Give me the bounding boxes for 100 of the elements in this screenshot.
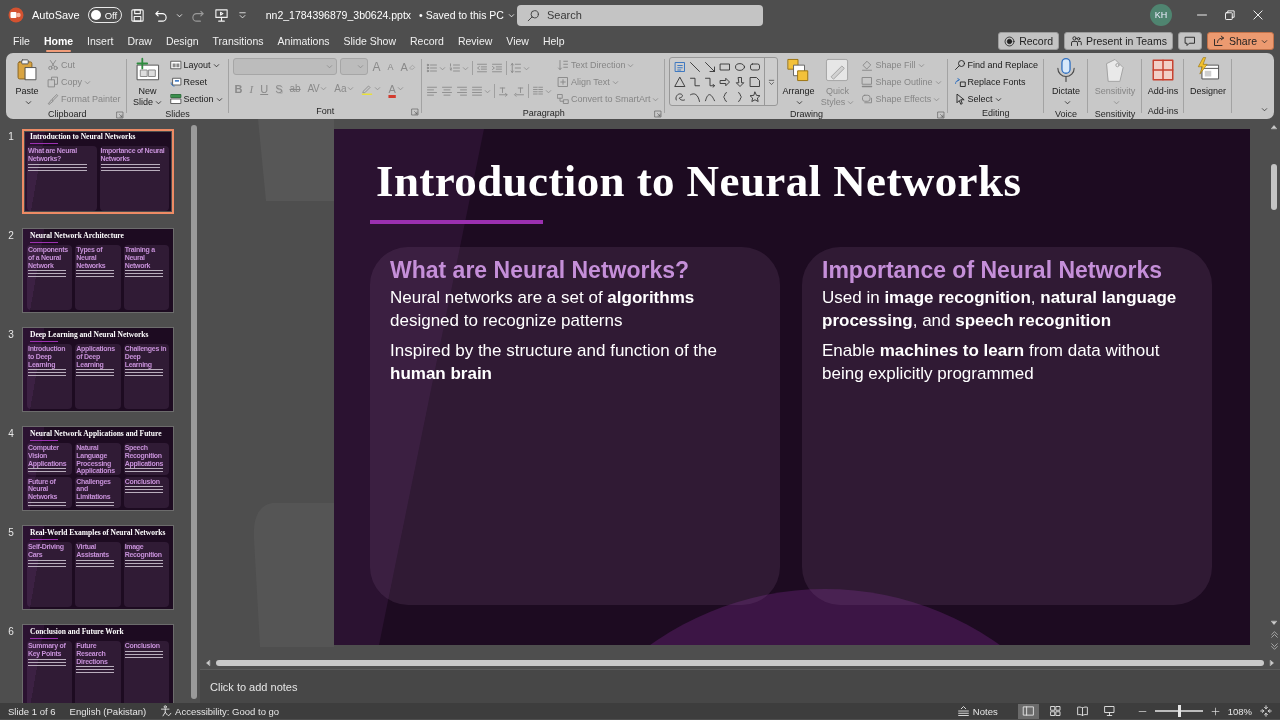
slide-number: 5 xyxy=(7,526,15,538)
ribbon-button[interactable]: Paste xyxy=(12,56,42,108)
ribbon-tab[interactable]: View xyxy=(499,32,536,50)
elbow-connector-icon[interactable] xyxy=(688,75,701,88)
ribbon-tab[interactable]: Insert xyxy=(80,32,121,50)
ribbon-tab[interactable]: Review xyxy=(450,32,500,50)
share-button[interactable]: Share xyxy=(1206,32,1274,50)
people-icon xyxy=(1070,35,1083,47)
fit-to-window-icon[interactable] xyxy=(1260,705,1272,717)
text-lines-placeholder xyxy=(28,163,88,172)
oval-icon[interactable] xyxy=(733,60,746,73)
account-avatar[interactable]: KH xyxy=(1150,4,1172,26)
down-arrow-icon[interactable] xyxy=(733,75,746,88)
launcher-icon[interactable] xyxy=(115,111,124,119)
ribbon-tab[interactable]: Slide Show xyxy=(336,32,404,50)
close-icon[interactable] xyxy=(1252,9,1264,21)
group-label: Clipboard xyxy=(48,109,87,119)
restore-icon[interactable] xyxy=(1224,9,1236,21)
launcher-icon[interactable] xyxy=(410,108,419,116)
launcher-icon[interactable] xyxy=(936,111,945,119)
projector-screen-icon xyxy=(1102,705,1116,717)
launcher-icon[interactable] xyxy=(654,110,663,118)
ribbon-button[interactable]: Replace Fonts xyxy=(951,74,1041,90)
language-button[interactable]: English (Pakistan) xyxy=(69,703,147,719)
caret-icon xyxy=(356,63,364,70)
zoom-in-icon[interactable] xyxy=(1210,706,1220,716)
autosave-label: AutoSave xyxy=(32,9,80,21)
save-status-button[interactable]: • Saved to this PC xyxy=(419,9,515,21)
scrollbar-thumb[interactable] xyxy=(1271,164,1277,210)
clipboard-icon xyxy=(14,57,40,83)
notes-button[interactable]: Notes xyxy=(956,703,998,719)
slide-thumbnail[interactable] xyxy=(22,426,174,511)
caret-icon xyxy=(544,87,552,95)
arc-icon[interactable] xyxy=(688,90,701,103)
stacked-rectangles-icon xyxy=(169,93,182,105)
scroll-left-icon[interactable] xyxy=(204,659,212,667)
ribbon-tab[interactable]: Record xyxy=(403,32,451,50)
ribbon-button[interactable]: Add-ins xyxy=(1146,56,1181,97)
save-icon[interactable] xyxy=(129,7,145,23)
notes-field[interactable]: Click to add notes xyxy=(210,680,410,693)
search-field[interactable]: Search xyxy=(517,4,763,26)
present-in-teams-button[interactable]: Present in Teams xyxy=(1064,32,1173,50)
scroll-up-icon[interactable] xyxy=(1270,123,1278,131)
triangle-icon[interactable] xyxy=(673,75,686,88)
ribbon-tab[interactable]: File xyxy=(6,32,37,50)
folded-corner-icon[interactable] xyxy=(748,75,761,88)
font-size-field[interactable] xyxy=(339,58,368,75)
line-icon[interactable] xyxy=(688,60,701,73)
slide-plus-icon xyxy=(134,57,161,83)
next-slide-icon[interactable] xyxy=(1269,642,1279,651)
group-label: Sensitivity xyxy=(1094,109,1136,119)
customize-caret-icon[interactable] xyxy=(236,9,248,21)
caret-icon xyxy=(483,87,491,95)
ribbon-button[interactable]: Select xyxy=(951,91,1041,107)
group-label: Slides xyxy=(165,109,190,119)
brush-icon xyxy=(47,93,59,105)
zoom-level-button[interactable]: 108% xyxy=(1227,703,1252,719)
eraser-icon xyxy=(408,63,416,70)
ribbon-tab[interactable]: Draw xyxy=(120,32,159,50)
scrollbar-thumb[interactable] xyxy=(191,125,197,699)
accessibility-button[interactable]: Accessibility: Good to go xyxy=(160,703,280,719)
scribble-icon[interactable] xyxy=(673,90,686,103)
zoom-slider-thumb[interactable] xyxy=(1178,705,1182,717)
presentation-screen-icon[interactable] xyxy=(213,7,229,23)
rectangle-icon[interactable] xyxy=(718,60,731,73)
arrow-icon[interactable] xyxy=(703,60,716,73)
elbow-arrow-icon[interactable] xyxy=(703,75,716,88)
ribbon-button[interactable]: Designer xyxy=(1188,56,1229,97)
text-lines-placeholder xyxy=(28,369,67,378)
ribbon-button[interactable]: Reset xyxy=(167,74,225,90)
text-box-icon[interactable] xyxy=(673,60,686,73)
view-button[interactable] xyxy=(1017,703,1039,719)
ribbon-tab[interactable]: Animations xyxy=(270,32,337,50)
ribbon-button[interactable]: Section xyxy=(167,91,225,107)
rounded-rectangle-icon[interactable] xyxy=(748,60,761,73)
text-lines-placeholder xyxy=(28,658,67,667)
ribbon-tab[interactable]: Transitions xyxy=(205,32,271,50)
previous-slide-icon[interactable] xyxy=(1269,630,1279,639)
card-paragraph: Neural networks are a set of algorithms designed to recognize patterns xyxy=(390,287,696,332)
plus-box-icon xyxy=(556,76,569,88)
slide-sorter-icon xyxy=(1048,705,1062,717)
caret-icon[interactable] xyxy=(175,11,183,19)
comments-button[interactable] xyxy=(1177,32,1202,50)
scroll-down-icon[interactable] xyxy=(1270,619,1278,627)
record-button[interactable]: Record xyxy=(998,32,1060,50)
ribbon-button[interactable]: Arrange xyxy=(781,56,816,108)
ribbon-button[interactable]: Find and Replace xyxy=(951,57,1041,73)
ribbon-tab[interactable]: Design xyxy=(158,32,206,50)
star-icon[interactable] xyxy=(748,90,761,103)
group-label: Font xyxy=(316,106,335,116)
scrollbar-thumb[interactable] xyxy=(216,660,1264,666)
scroll-right-icon[interactable] xyxy=(1268,659,1276,667)
ribbon-tab[interactable]: Help xyxy=(535,32,572,50)
ribbon-tab[interactable]: Home xyxy=(36,32,81,50)
ribbon-button[interactable]: New Slide xyxy=(130,56,165,108)
ribbon-button[interactable]: Layout xyxy=(167,57,225,73)
ribbon-button[interactable]: Dictate xyxy=(1048,56,1085,108)
slide-number: 1 xyxy=(7,130,15,142)
caret-icon[interactable] xyxy=(1261,106,1268,113)
right-arrow-icon[interactable] xyxy=(718,75,731,88)
